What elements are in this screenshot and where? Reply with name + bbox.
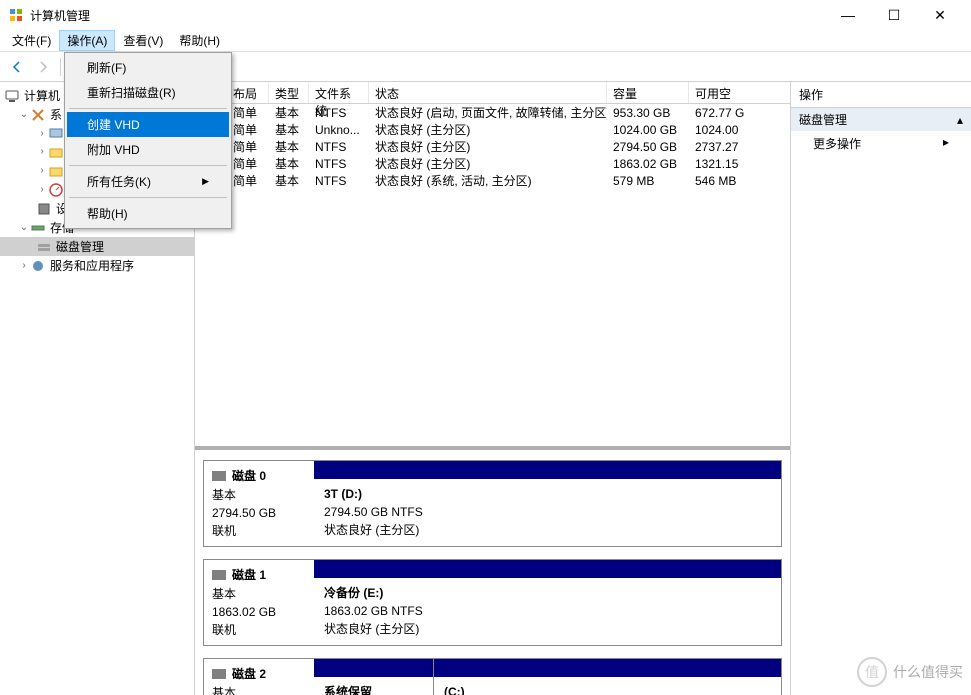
menu-file[interactable]: 文件(F) xyxy=(4,30,59,51)
col-free[interactable]: 可用空 xyxy=(689,82,747,103)
tree-services[interactable]: › 服务和应用程序 xyxy=(0,256,194,275)
storage-icon xyxy=(30,220,46,236)
tree-root-label: 计算机 xyxy=(24,87,60,104)
watermark-logo: 值 xyxy=(857,657,887,687)
col-status[interactable]: 状态 xyxy=(369,82,607,103)
table-header: 布局 类型 文件系统 状态 容量 可用空 xyxy=(195,82,790,104)
tree-disk-management[interactable]: 磁盘管理 xyxy=(0,237,194,256)
ctx-create-vhd[interactable]: 创建 VHD xyxy=(67,112,229,137)
disk-mgmt-icon xyxy=(36,239,52,255)
app-icon xyxy=(8,7,24,23)
col-capacity[interactable]: 容量 xyxy=(607,82,689,103)
table-row[interactable]: 简单基本NTFS状态良好 (主分区)2794.50 GB2737.27 xyxy=(195,138,790,155)
disk-row-1[interactable]: 磁盘 1 基本 1863.02 GB 联机 冷备份 (E:) 1863.02 G… xyxy=(203,559,782,646)
maximize-button[interactable]: ☐ xyxy=(871,0,917,30)
col-layout[interactable]: 布局 xyxy=(227,82,269,103)
action-context-menu: 刷新(F) 重新扫描磁盘(R) 创建 VHD 附加 VHD 所有任务(K)▶ 帮… xyxy=(64,52,232,229)
col-filesystem[interactable]: 文件系统 xyxy=(309,82,369,103)
table-row[interactable]: 简单基本NTFS状态良好 (主分区)1863.02 GB1321.15 xyxy=(195,155,790,172)
watermark: 值 什么值得买 xyxy=(857,657,963,687)
disk-1-volume[interactable]: 冷备份 (E:) 1863.02 GB NTFS 状态良好 (主分区) xyxy=(314,560,781,645)
window-title: 计算机管理 xyxy=(30,7,825,24)
disk-icon xyxy=(212,669,226,679)
table-row[interactable]: 简单基本NTFS状态良好 (启动, 页面文件, 故障转储, 主分区)953.30… xyxy=(195,104,790,121)
ctx-refresh[interactable]: 刷新(F) xyxy=(67,55,229,80)
disk-1-info: 磁盘 1 基本 1863.02 GB 联机 xyxy=(204,560,314,645)
col-type[interactable]: 类型 xyxy=(269,82,309,103)
disk-graphical-panel: 磁盘 0 基本 2794.50 GB 联机 3T (D:) 2794.50 GB… xyxy=(195,446,790,695)
back-button[interactable] xyxy=(6,56,28,78)
folder-icon xyxy=(48,144,64,160)
submenu-arrow-icon: ▶ xyxy=(202,176,209,187)
disk-0-volume[interactable]: 3T (D:) 2794.50 GB NTFS 状态良好 (主分区) xyxy=(314,461,781,546)
tools-icon xyxy=(30,107,46,123)
menu-view[interactable]: 查看(V) xyxy=(115,30,171,51)
ctx-rescan[interactable]: 重新扫描磁盘(R) xyxy=(67,80,229,105)
collapse-icon[interactable]: ⌄ xyxy=(18,222,30,233)
tree-system-label: 系 xyxy=(50,106,62,123)
menu-help[interactable]: 帮助(H) xyxy=(171,30,228,51)
computer-icon xyxy=(4,88,20,104)
menubar: 文件(F) 操作(A) 查看(V) 帮助(H) xyxy=(0,30,971,52)
services-icon xyxy=(30,258,46,274)
actions-section-disk[interactable]: 磁盘管理 ▴ xyxy=(791,108,971,131)
volume-table: 布局 类型 文件系统 状态 容量 可用空 简单基本NTFS状态良好 (启动, 页… xyxy=(195,82,790,446)
forward-button[interactable] xyxy=(32,56,54,78)
watermark-text: 什么值得买 xyxy=(893,662,963,682)
chevron-up-icon: ▴ xyxy=(957,113,963,127)
titlebar: 计算机管理 — ☐ ✕ xyxy=(0,0,971,30)
actions-more[interactable]: 更多操作 ▸ xyxy=(791,131,971,156)
disk-icon xyxy=(212,471,226,481)
disk-icon xyxy=(48,125,64,141)
chevron-right-icon: ▸ xyxy=(943,135,949,152)
close-button[interactable]: ✕ xyxy=(917,0,963,30)
disk-0-info: 磁盘 0 基本 2794.50 GB 联机 xyxy=(204,461,314,546)
actions-header: 操作 xyxy=(791,82,971,108)
ctx-attach-vhd[interactable]: 附加 VHD xyxy=(67,137,229,162)
expand-icon[interactable]: › xyxy=(18,260,30,271)
performance-icon xyxy=(48,182,64,198)
ctx-help[interactable]: 帮助(H) xyxy=(67,201,229,226)
table-row[interactable]: 简单基本NTFS状态良好 (系统, 活动, 主分区)579 MB546 MB xyxy=(195,172,790,189)
folder-icon xyxy=(48,163,64,179)
menu-action[interactable]: 操作(A) xyxy=(59,30,115,51)
actions-panel: 操作 磁盘管理 ▴ 更多操作 ▸ xyxy=(791,82,971,695)
disk-icon xyxy=(212,570,226,580)
minimize-button[interactable]: — xyxy=(825,0,871,30)
ctx-all-tasks[interactable]: 所有任务(K)▶ xyxy=(67,169,229,194)
main-panel: 布局 类型 文件系统 状态 容量 可用空 简单基本NTFS状态良好 (启动, 页… xyxy=(195,82,791,695)
disk-2-vol-c[interactable]: (C:) xyxy=(434,659,781,695)
disk-row-0[interactable]: 磁盘 0 基本 2794.50 GB 联机 3T (D:) 2794.50 GB… xyxy=(203,460,782,547)
disk-2-vol-reserved[interactable]: 系统保留 xyxy=(314,659,434,695)
table-row[interactable]: 简单基本Unkno...状态良好 (主分区)1024.00 GB1024.00 xyxy=(195,121,790,138)
device-icon xyxy=(36,201,52,217)
disk-2-info: 磁盘 2 基本 xyxy=(204,659,314,695)
collapse-icon[interactable]: ⌄ xyxy=(18,109,30,120)
disk-row-2[interactable]: 磁盘 2 基本 系统保留 (C:) xyxy=(203,658,782,695)
